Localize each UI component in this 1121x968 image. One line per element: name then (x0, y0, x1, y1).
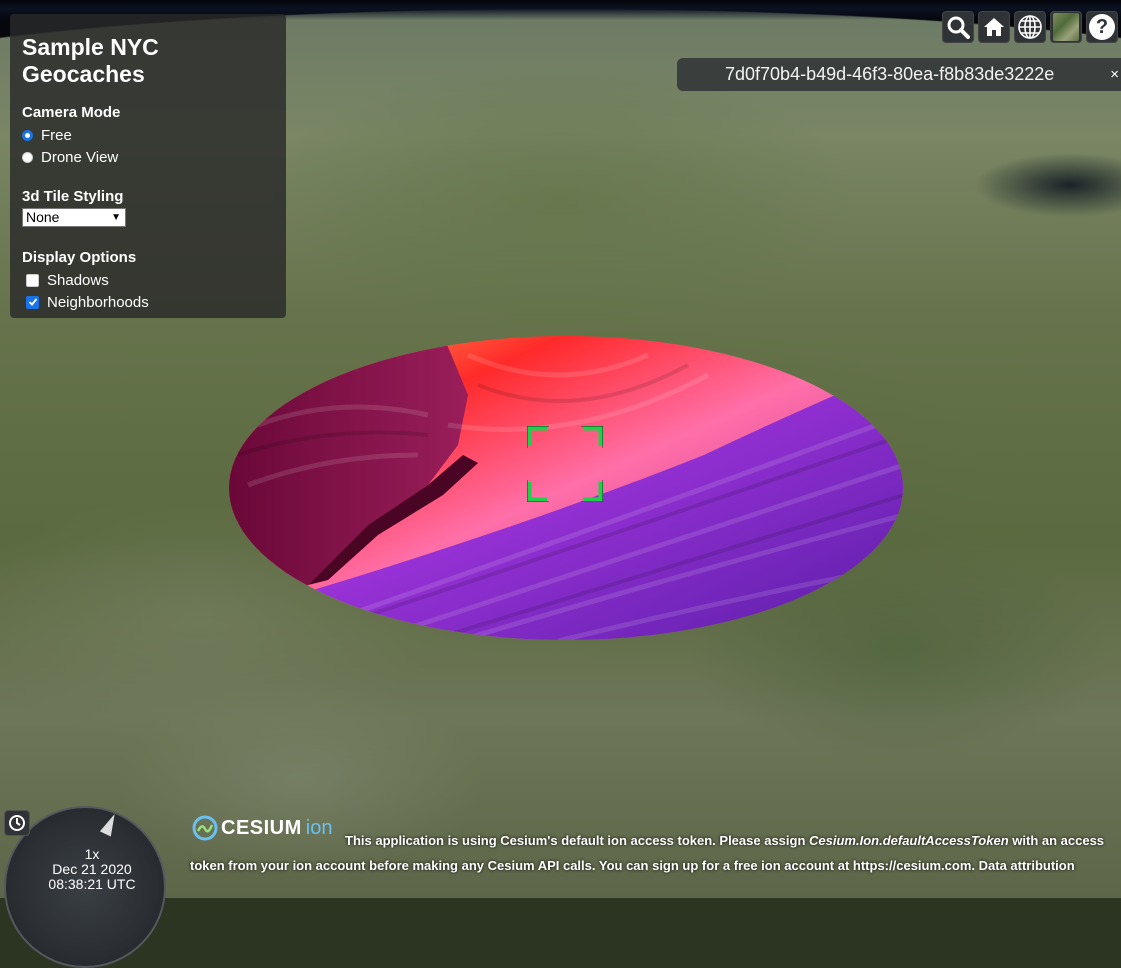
imagery-icon (1053, 13, 1079, 41)
animation-speed: 1x (84, 846, 100, 862)
scene-mode-button[interactable] (1014, 11, 1046, 43)
chevron-down-icon: ▼ (111, 212, 121, 223)
home-icon (984, 18, 1004, 36)
neighborhoods-checkbox[interactable] (26, 295, 39, 309)
tile-styling-heading: 3d Tile Styling (22, 188, 124, 205)
token-text: 7d0f70b4-b49d-46f3-80ea-f8b83de3222e (725, 64, 1055, 84)
drone-view-label: Drone View (41, 148, 119, 166)
neighborhoods-label: Neighborhoods (47, 293, 149, 311)
globe-icon (1018, 15, 1042, 39)
help-button[interactable]: ? (1086, 11, 1118, 43)
data-attribution-link[interactable]: Data attribution (979, 858, 1075, 873)
credits-token-var: Cesium.Ion.defaultAccessToken (809, 833, 1009, 848)
credits-message-prefix: This application is using Cesium's defau… (345, 833, 810, 848)
shuttle-needle[interactable] (99, 811, 121, 837)
home-button[interactable] (978, 11, 1010, 43)
token-banner: 7d0f70b4-b49d-46f3-80ea-f8b83de3222e × (677, 58, 1121, 91)
check-icon (28, 298, 37, 306)
animation-date: Dec 21 2020 (52, 861, 132, 877)
toolbar-panel: Sample NYC Geocaches Camera Mode Free Dr… (10, 14, 286, 318)
free-label: Free (41, 126, 72, 144)
tile-styling-value: None (26, 209, 60, 225)
help-icon: ? (1089, 14, 1115, 40)
animation-readout: 1x Dec 21 2020 08:38:21 UTC (42, 847, 142, 892)
search-button[interactable] (942, 11, 974, 43)
crosshair-reticle (527, 426, 603, 502)
camera-mode-heading: Camera Mode (22, 104, 121, 121)
neighborhoods-option[interactable]: Neighborhoods (22, 291, 274, 313)
shadows-option[interactable]: Shadows (22, 269, 274, 291)
camera-mode-drone[interactable]: Drone View (22, 146, 274, 168)
shadows-checkbox[interactable] (26, 273, 39, 287)
clock-button[interactable] (4, 810, 30, 836)
display-options-heading: Display Options (22, 249, 137, 266)
base-layer-picker-button[interactable] (1050, 11, 1082, 43)
search-icon (947, 16, 970, 39)
animation-time: 08:38:21 UTC (48, 876, 136, 892)
free-radio[interactable] (22, 129, 33, 141)
toolbar: ? (942, 11, 1118, 43)
shadows-label: Shadows (47, 271, 109, 289)
panel-title: Sample NYC Geocaches (22, 34, 159, 87)
tile-styling-select[interactable]: None ▼ (22, 208, 126, 227)
credits-text: This application is using Cesium's defau… (190, 828, 1120, 878)
camera-mode-free[interactable]: Free (22, 124, 274, 146)
clock-icon (9, 815, 25, 831)
close-icon[interactable]: × (1110, 58, 1119, 91)
credits-message-end: . (971, 858, 975, 873)
cesium-link[interactable]: https://cesium.com (853, 858, 971, 873)
drone-view-radio[interactable] (22, 151, 33, 163)
